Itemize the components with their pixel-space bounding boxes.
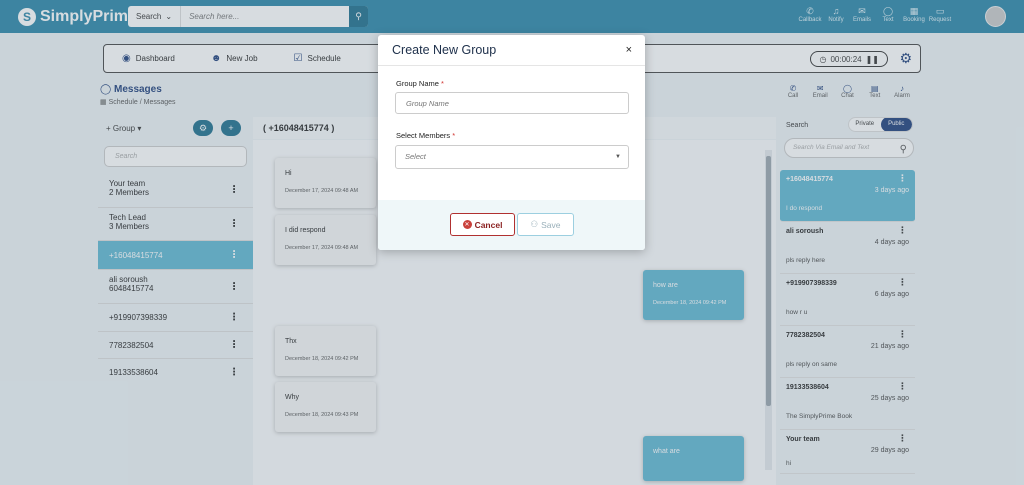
caret-down-icon: ▼ bbox=[615, 154, 621, 160]
cancel-button[interactable]: ✕ Cancel bbox=[450, 213, 515, 236]
modal-divider bbox=[378, 65, 645, 66]
create-group-modal: Create New Group × Group Name * Select M… bbox=[378, 35, 645, 250]
group-name-label: Group Name * bbox=[396, 79, 444, 88]
users-icon: ⚇ bbox=[530, 219, 539, 229]
modal-title: Create New Group bbox=[392, 43, 497, 57]
close-icon[interactable]: × bbox=[626, 44, 632, 56]
members-label: Select Members * bbox=[396, 131, 456, 140]
close-circle-icon: ✕ bbox=[462, 220, 472, 229]
members-select[interactable]: Select ▼ bbox=[395, 145, 629, 169]
save-button[interactable]: ⚇ Save bbox=[517, 213, 574, 236]
group-name-input[interactable] bbox=[395, 92, 629, 114]
